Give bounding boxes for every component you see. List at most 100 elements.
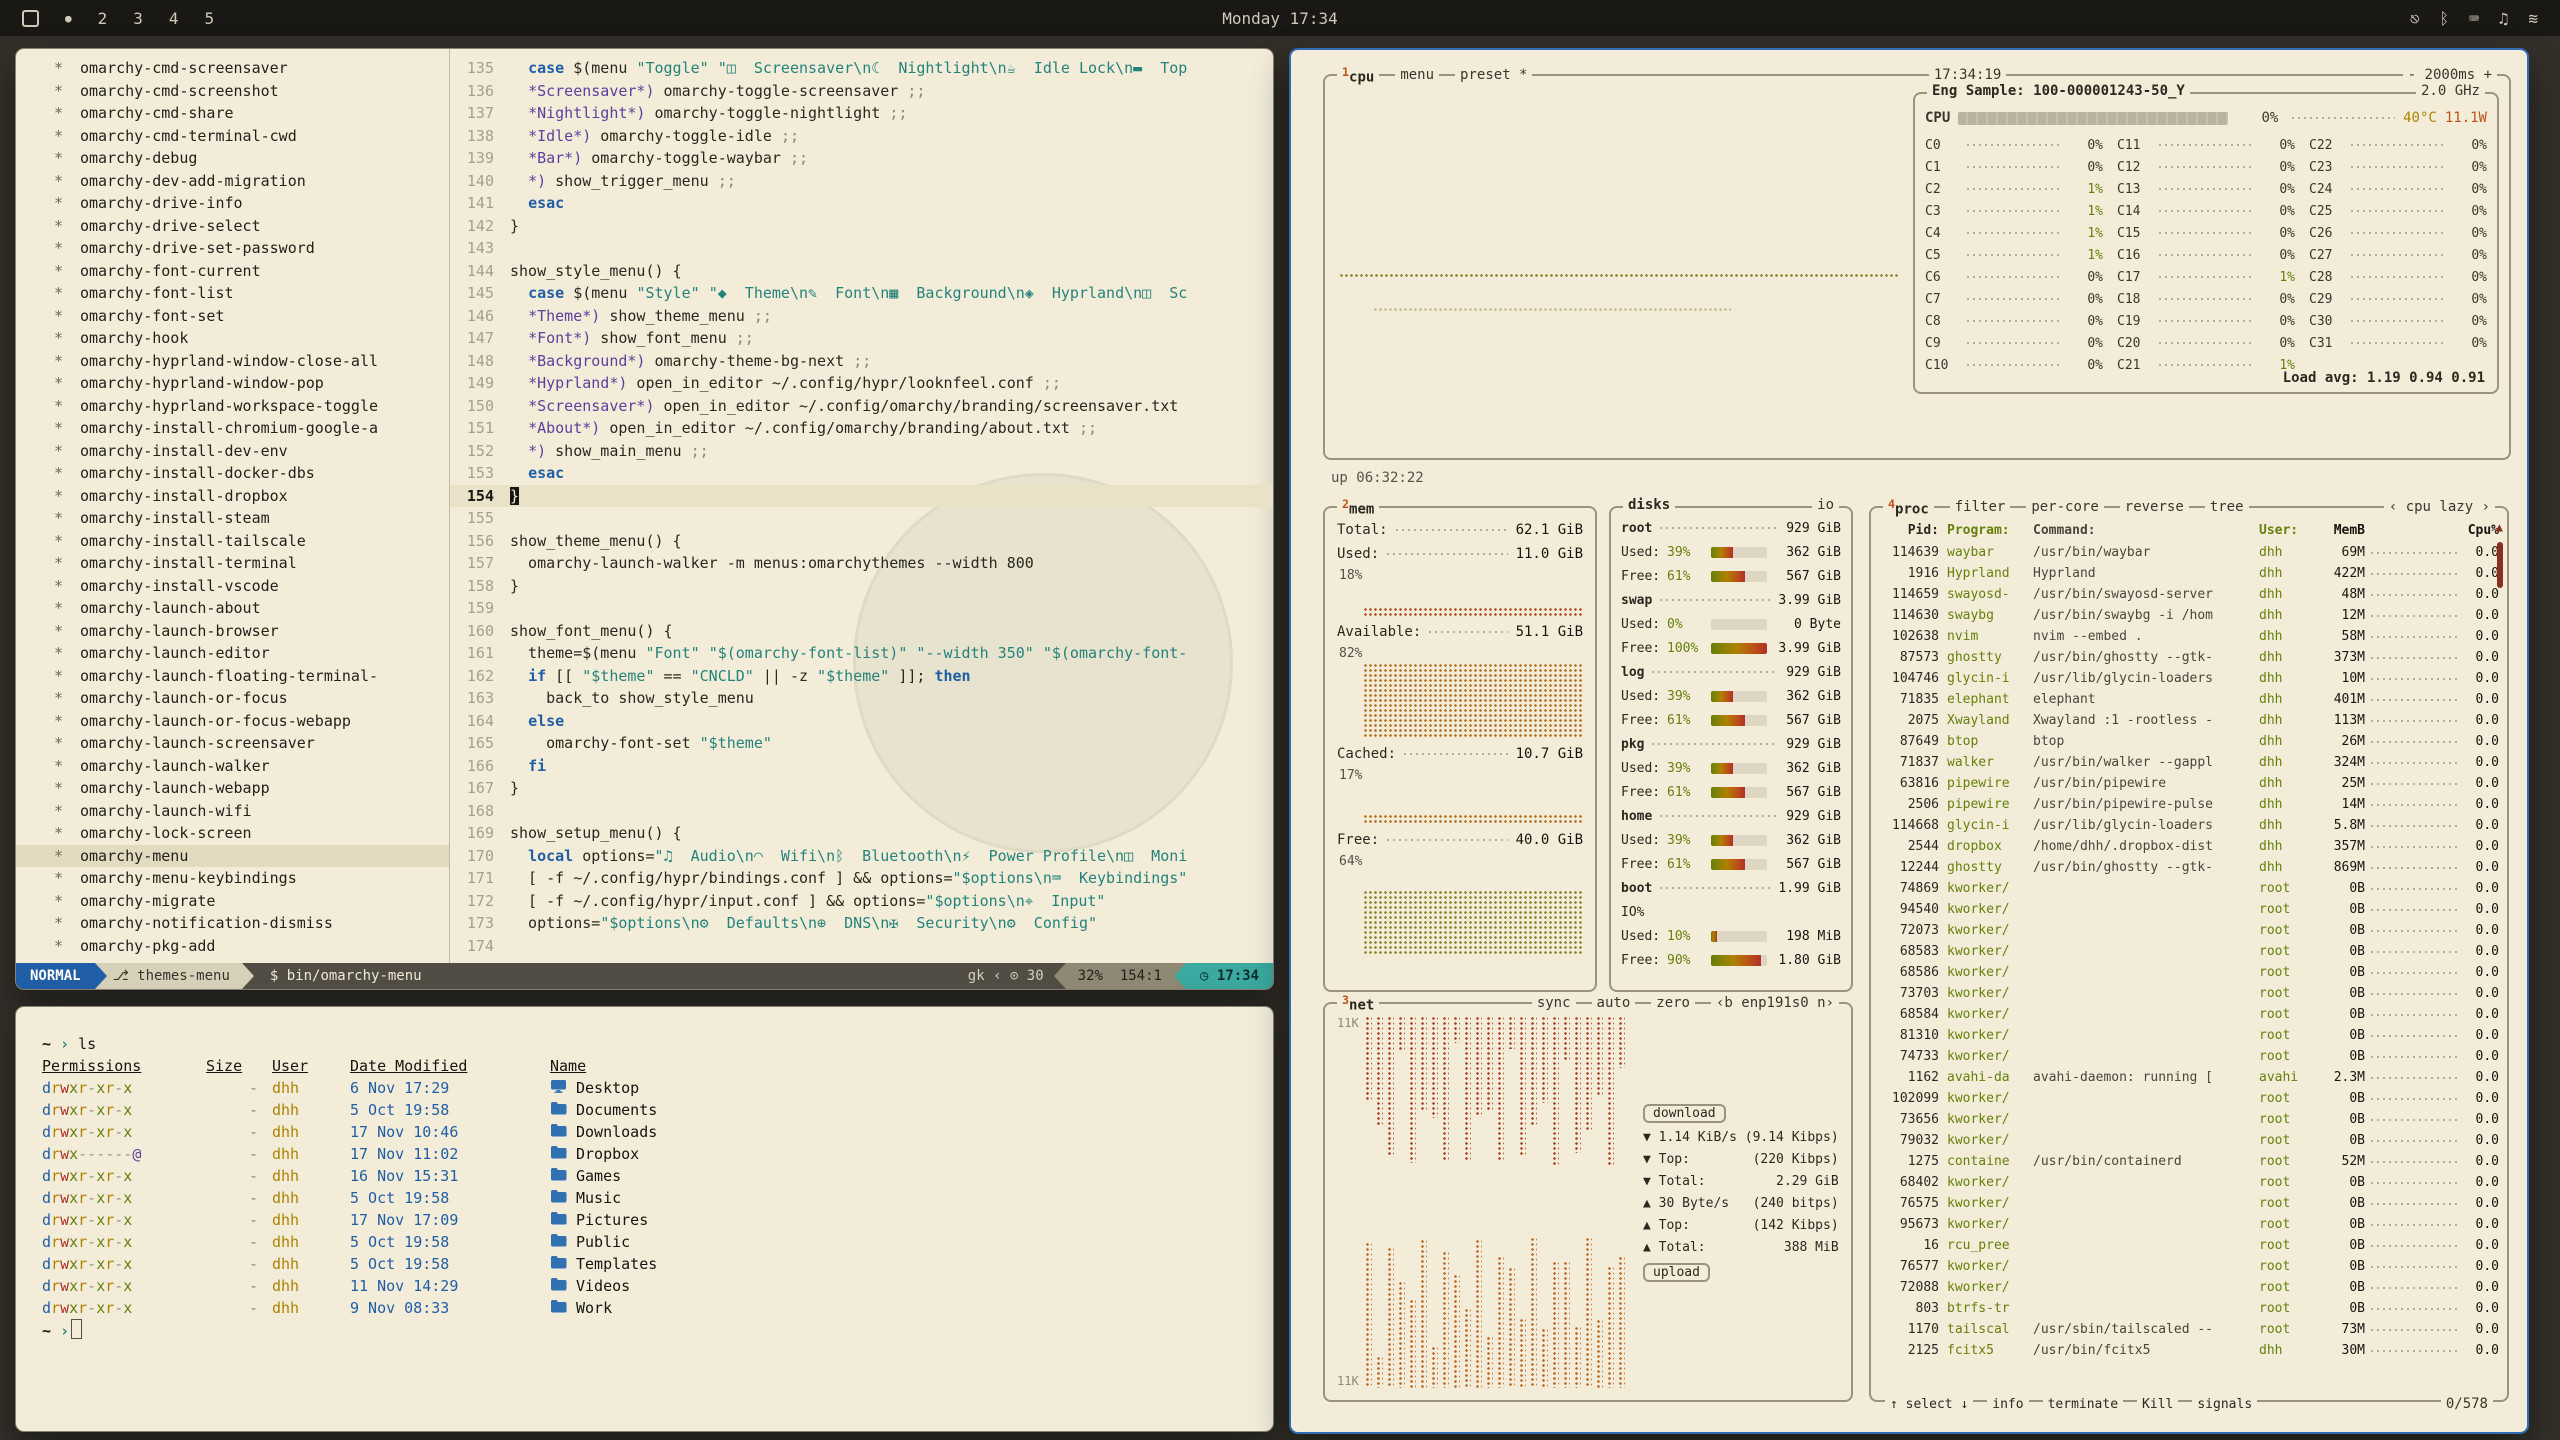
file-item[interactable]: *omarchy-hyprland-workspace-toggle xyxy=(54,395,449,418)
file-item[interactable]: *omarchy-launch-webapp xyxy=(54,777,449,800)
workspace-active-dot[interactable]: ● xyxy=(65,12,72,25)
terminate-action[interactable]: terminate xyxy=(2043,1397,2123,1412)
process-row[interactable]: 114630swaybg/usr/bin/swaybg -i /homdhh12… xyxy=(1881,605,2499,626)
file-item[interactable]: *omarchy-menu-keybindings xyxy=(54,867,449,890)
process-scrollbar[interactable] xyxy=(2497,542,2503,588)
process-row[interactable]: 16rcu_preeroot0B0.0 xyxy=(1881,1235,2499,1256)
file-item[interactable]: *omarchy-install-tailscale xyxy=(54,530,449,553)
directory-name[interactable]: Videos xyxy=(550,1275,1273,1297)
net-auto-tab[interactable]: auto xyxy=(1592,995,1636,1011)
select-keys[interactable]: ↑ select ↓ xyxy=(1885,1397,1973,1412)
file-item[interactable]: *omarchy-cmd-terminal-cwd xyxy=(54,125,449,148)
process-row[interactable]: 1162avahi-daavahi-daemon: running [avahi… xyxy=(1881,1067,2499,1088)
proc-box-title[interactable]: 4proc xyxy=(1883,497,1934,518)
process-row[interactable]: 72088kworker/root0B0.0 xyxy=(1881,1277,2499,1298)
process-row[interactable]: 68583kworker/root0B0.0 xyxy=(1881,941,2499,962)
file-item[interactable]: *omarchy-install-dev-env xyxy=(54,440,449,463)
process-row[interactable]: 73656kworker/root0B0.0 xyxy=(1881,1109,2499,1130)
file-item[interactable]: *omarchy-cmd-share xyxy=(54,102,449,125)
mem-box-title[interactable]: 2mem xyxy=(1337,497,1379,518)
file-item[interactable]: *omarchy-launch-or-focus-webapp xyxy=(54,710,449,733)
file-item[interactable]: *omarchy-install-chromium-google-a xyxy=(54,417,449,440)
keyboard-icon[interactable]: ⌨ xyxy=(2469,9,2479,28)
file-item[interactable]: *omarchy-font-set xyxy=(54,305,449,328)
interval-plus-button[interactable]: + xyxy=(2484,67,2492,83)
active-workspace-icon[interactable] xyxy=(22,10,39,27)
file-explorer-pane[interactable]: *omarchy-cmd-screensaver*omarchy-cmd-scr… xyxy=(16,49,450,963)
file-item[interactable]: *omarchy-install-steam xyxy=(54,507,449,530)
process-row[interactable]: 81310kworker/root0B0.0 xyxy=(1881,1025,2499,1046)
process-row[interactable]: 68586kworker/root0B0.0 xyxy=(1881,962,2499,983)
net-zero-tab[interactable]: zero xyxy=(1651,995,1695,1011)
process-row[interactable]: 63816pipewire/usr/bin/pipewiredhh25M0.0 xyxy=(1881,773,2499,794)
file-item[interactable]: *omarchy-lock-screen xyxy=(54,822,449,845)
process-row[interactable]: 76577kworker/root0B0.0 xyxy=(1881,1256,2499,1277)
process-row[interactable]: 71837walker/usr/bin/walker --gappldhh324… xyxy=(1881,752,2499,773)
file-item[interactable]: *omarchy-launch-or-focus xyxy=(54,687,449,710)
logout-icon[interactable]: ⎋ xyxy=(2410,9,2420,28)
file-item[interactable]: *omarchy-install-docker-dbs xyxy=(54,462,449,485)
process-row[interactable]: 74869kworker/root0B0.0 xyxy=(1881,878,2499,899)
file-item[interactable]: *omarchy-drive-info xyxy=(54,192,449,215)
directory-name[interactable]: Documents xyxy=(550,1099,1273,1121)
process-row[interactable]: 79032kworker/root0B0.0 xyxy=(1881,1130,2499,1151)
file-item[interactable]: *omarchy-cmd-screenshot xyxy=(54,80,449,103)
io-tab[interactable]: io xyxy=(1812,497,1839,513)
process-row[interactable]: 803btrfs-trroot0B0.0 xyxy=(1881,1298,2499,1319)
file-item[interactable]: *omarchy-install-dropbox xyxy=(54,485,449,508)
process-row[interactable]: 68402kworker/root0B0.0 xyxy=(1881,1172,2499,1193)
process-row[interactable]: 2544dropbox/home/dhh/.dropbox-distdhh357… xyxy=(1881,836,2499,857)
file-item[interactable]: *omarchy-launch-walker xyxy=(54,755,449,778)
process-row[interactable]: 102638nvimnvim --embed .dhh58M0.0 xyxy=(1881,626,2499,647)
file-item[interactable]: *omarchy-install-terminal xyxy=(54,552,449,575)
process-row[interactable]: 2125fcitx5/usr/bin/fcitx5dhh30M0.0 xyxy=(1881,1340,2499,1361)
preset-tab[interactable]: preset * xyxy=(1455,67,1532,83)
file-item[interactable]: *omarchy-launch-editor xyxy=(54,642,449,665)
process-column-header[interactable]: Cpu% xyxy=(2463,523,2499,538)
file-item[interactable]: *omarchy-launch-about xyxy=(54,597,449,620)
process-row[interactable]: 114639waybar/usr/bin/waybardhh69M0.0 xyxy=(1881,542,2499,563)
directory-name[interactable]: Public xyxy=(550,1231,1273,1253)
process-column-header[interactable]: Pid: xyxy=(1881,523,1947,538)
directory-name[interactable]: Pictures xyxy=(550,1209,1273,1231)
net-box-title[interactable]: 3net xyxy=(1337,993,1379,1014)
file-item[interactable]: *omarchy-launch-screensaver xyxy=(54,732,449,755)
workspace-5[interactable]: 5 xyxy=(205,9,215,28)
directory-name[interactable]: Dropbox xyxy=(550,1143,1273,1165)
process-row[interactable]: 87573ghostty/usr/bin/ghostty --gtk-dhh37… xyxy=(1881,647,2499,668)
file-item[interactable]: *omarchy-launch-browser xyxy=(54,620,449,643)
file-item[interactable]: *omarchy-menu xyxy=(16,845,449,868)
process-row[interactable]: 72073kworker/root0B0.0 xyxy=(1881,920,2499,941)
bluetooth-icon[interactable]: ᛒ xyxy=(2439,9,2449,28)
process-column-header[interactable]: User: xyxy=(2259,523,2315,538)
file-item[interactable]: *omarchy-install-vscode xyxy=(54,575,449,598)
process-row[interactable]: 94540kworker/root0B0.0 xyxy=(1881,899,2499,920)
file-item[interactable]: *omarchy-notification-dismiss xyxy=(54,912,449,935)
directory-name[interactable]: Music xyxy=(550,1187,1273,1209)
process-row[interactable]: 1275containe/usr/bin/containerdroot52M0.… xyxy=(1881,1151,2499,1172)
process-row[interactable]: 2506pipewire/usr/bin/pipewire-pulsedhh14… xyxy=(1881,794,2499,815)
file-item[interactable]: *omarchy-debug xyxy=(54,147,449,170)
workspace-2[interactable]: 2 xyxy=(98,9,108,28)
directory-name[interactable]: Templates xyxy=(550,1253,1273,1275)
workspace-3[interactable]: 3 xyxy=(133,9,143,28)
process-row[interactable]: 114659swayosd-/usr/bin/swayosd-serverdhh… xyxy=(1881,584,2499,605)
file-item[interactable]: *omarchy-drive-select xyxy=(54,215,449,238)
process-column-header[interactable]: MemB xyxy=(2315,523,2365,538)
file-item[interactable]: *omarchy-font-current xyxy=(54,260,449,283)
info-action[interactable]: info xyxy=(1987,1397,2028,1412)
directory-name[interactable]: Downloads xyxy=(550,1121,1273,1143)
process-row[interactable]: 102099kworker/root0B0.0 xyxy=(1881,1088,2499,1109)
kill-action[interactable]: Kill xyxy=(2137,1397,2178,1412)
process-row[interactable]: 114668glycin-i/usr/lib/glycin-loadersdhh… xyxy=(1881,815,2499,836)
process-row[interactable]: 1916HyprlandHyprlanddhh422M0.0 xyxy=(1881,563,2499,584)
workspace-4[interactable]: 4 xyxy=(169,9,179,28)
file-item[interactable]: *omarchy-drive-set-password xyxy=(54,237,449,260)
menu-tab[interactable]: menu xyxy=(1395,67,1439,83)
process-row[interactable]: 95673kworker/root0B0.0 xyxy=(1881,1214,2499,1235)
process-row[interactable]: 1170tailscal/usr/sbin/tailscaled --root7… xyxy=(1881,1319,2499,1340)
process-row[interactable]: 2075XwaylandXwayland :1 -rootless -dhh11… xyxy=(1881,710,2499,731)
file-item[interactable]: *omarchy-hook xyxy=(54,327,449,350)
process-row[interactable]: 74733kworker/root0B0.0 xyxy=(1881,1046,2499,1067)
directory-name[interactable]: Desktop xyxy=(550,1077,1273,1099)
